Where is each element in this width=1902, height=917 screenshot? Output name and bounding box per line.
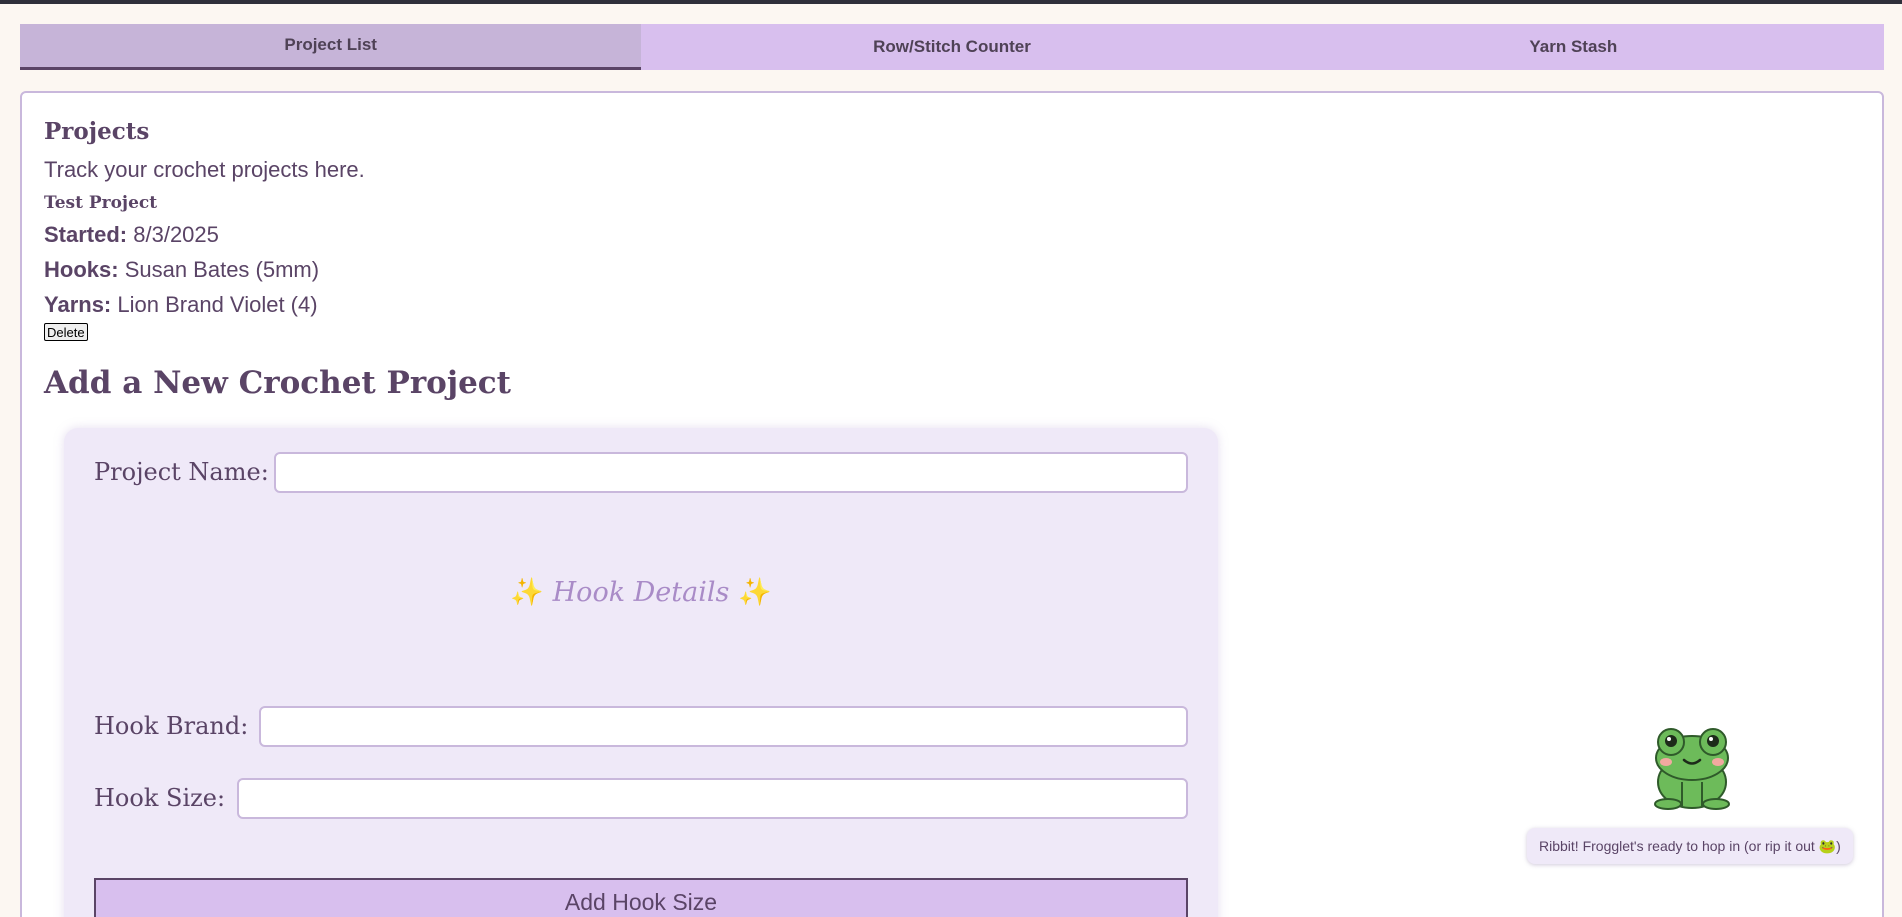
hooks-label: Hooks: bbox=[44, 257, 119, 282]
tab-project-list[interactable]: Project List bbox=[20, 24, 642, 70]
tab-row-stitch-counter[interactable]: Row/Stitch Counter bbox=[641, 24, 1262, 70]
project-title: Test Project bbox=[44, 193, 158, 213]
hook-details-title: Hook Details bbox=[552, 577, 730, 608]
add-hook-size-button[interactable]: Add Hook Size bbox=[94, 878, 1188, 917]
started-value: 8/3/2025 bbox=[133, 222, 219, 247]
hooks-value: Susan Bates (5mm) bbox=[124, 257, 320, 282]
add-project-form: Project Name: ✨ Hook Details ✨ Hook Bran… bbox=[64, 428, 1218, 917]
mascot-message: Ribbit! Frogglet's ready to hop in (or r… bbox=[1527, 828, 1853, 864]
projects-heading: Projects bbox=[44, 118, 150, 145]
hook-size-label: Hook Size: bbox=[94, 784, 226, 812]
tab-yarn-stash[interactable]: Yarn Stash bbox=[1263, 24, 1884, 70]
top-border bbox=[0, 0, 1902, 4]
sparkle-icon: ✨ bbox=[510, 577, 545, 608]
yarns-value: Lion Brand Violet (4) bbox=[117, 292, 318, 317]
hook-size-input[interactable] bbox=[237, 778, 1188, 819]
hook-brand-label: Hook Brand: bbox=[94, 712, 249, 740]
project-list-panel: Projects Track your crochet projects her… bbox=[20, 91, 1884, 917]
project-yarns: Yarns: Lion Brand Violet (4) bbox=[44, 292, 318, 318]
sparkle-icon: ✨ bbox=[737, 577, 772, 608]
hook-details-heading: ✨ Hook Details ✨ bbox=[64, 576, 1218, 608]
tab-bar: Project List Row/Stitch Counter Yarn Sta… bbox=[20, 24, 1884, 70]
add-project-heading: Add a New Crochet Project bbox=[44, 365, 511, 401]
started-label: Started: bbox=[44, 222, 128, 247]
delete-project-button[interactable]: Delete bbox=[44, 323, 88, 341]
project-name-input[interactable] bbox=[274, 452, 1188, 493]
project-hooks: Hooks: Susan Bates (5mm) bbox=[44, 257, 319, 283]
project-name-label: Project Name: bbox=[94, 458, 269, 486]
frog-icon bbox=[1644, 722, 1740, 812]
yarns-label: Yarns: bbox=[44, 292, 112, 317]
project-started: Started: 8/3/2025 bbox=[44, 222, 219, 248]
projects-description: Track your crochet projects here. bbox=[44, 157, 365, 182]
hook-brand-input[interactable] bbox=[259, 706, 1188, 747]
